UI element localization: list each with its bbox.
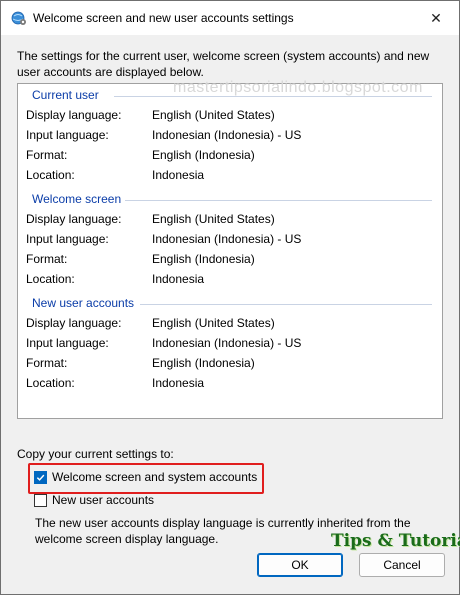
label-display-language: Display language: xyxy=(26,212,122,226)
value-location: Indonesia xyxy=(152,272,205,286)
title-bar: Welcome screen and new user accounts set… xyxy=(1,1,459,35)
label-location: Location: xyxy=(26,376,75,390)
value-location: Indonesia xyxy=(152,376,205,390)
intro-line-2: user accounts are displayed below. xyxy=(17,65,204,79)
section-header-current-user: Current user xyxy=(32,88,103,102)
value-display-language: English (United States) xyxy=(152,108,275,122)
intro-text: The settings for the current user, welco… xyxy=(17,48,437,80)
new-user-accounts-checkbox-label[interactable]: New user accounts xyxy=(52,493,154,507)
label-display-language: Display language: xyxy=(26,108,122,122)
cancel-button[interactable]: Cancel xyxy=(359,553,445,577)
welcome-screen-checkbox-label[interactable]: Welcome screen and system accounts xyxy=(52,470,257,484)
section-divider xyxy=(114,96,432,97)
ok-button[interactable]: OK xyxy=(257,553,343,577)
label-input-language: Input language: xyxy=(26,128,109,142)
label-location: Location: xyxy=(26,272,75,286)
section-header-new-user-accounts: New user accounts xyxy=(32,296,139,310)
watermark: mastertipsorialindo.blogspot.com xyxy=(173,79,423,96)
welcome-screen-checkbox[interactable] xyxy=(34,470,47,484)
label-format: Format: xyxy=(26,148,68,162)
label-format: Format: xyxy=(26,356,68,370)
value-input-language: Indonesian (Indonesia) - US xyxy=(152,336,302,350)
copy-settings-label: Copy your current settings to: xyxy=(17,447,174,461)
close-button[interactable]: ✕ xyxy=(413,1,459,35)
section-header-welcome-screen: Welcome screen xyxy=(32,192,126,206)
value-display-language: English (United States) xyxy=(152,316,275,330)
note-line-1: The new user accounts display language i… xyxy=(35,516,411,530)
section-divider xyxy=(140,304,432,305)
section-divider xyxy=(122,200,432,201)
settings-summary-box: mastertipsorialindo.blogspot.com Current… xyxy=(17,79,443,419)
value-format: English (Indonesia) xyxy=(152,356,255,370)
globe-settings-icon xyxy=(11,11,26,25)
checkmark-icon xyxy=(36,474,45,481)
label-location: Location: xyxy=(26,168,75,182)
value-display-language: English (United States) xyxy=(152,212,275,226)
label-input-language: Input language: xyxy=(26,336,109,350)
label-input-language: Input language: xyxy=(26,232,109,246)
new-user-accounts-checkbox-row[interactable]: New user accounts xyxy=(34,491,154,509)
value-format: English (Indonesia) xyxy=(152,148,255,162)
label-display-language: Display language: xyxy=(26,316,122,330)
welcome-screen-checkbox-row[interactable]: Welcome screen and system accounts xyxy=(34,468,257,486)
close-icon: ✕ xyxy=(430,9,442,26)
settings-dialog: Welcome screen and new user accounts set… xyxy=(0,0,460,595)
intro-line-1: The settings for the current user, welco… xyxy=(17,49,430,63)
new-user-accounts-checkbox[interactable] xyxy=(34,493,47,507)
label-format: Format: xyxy=(26,252,68,266)
value-location: Indonesia xyxy=(152,168,205,182)
value-input-language: Indonesian (Indonesia) - US xyxy=(152,128,302,142)
tips-tutorial-logo: Tips & Tutorial xyxy=(331,531,460,551)
value-input-language: Indonesian (Indonesia) - US xyxy=(152,232,302,246)
value-format: English (Indonesia) xyxy=(152,252,255,266)
window-title: Welcome screen and new user accounts set… xyxy=(33,11,294,25)
